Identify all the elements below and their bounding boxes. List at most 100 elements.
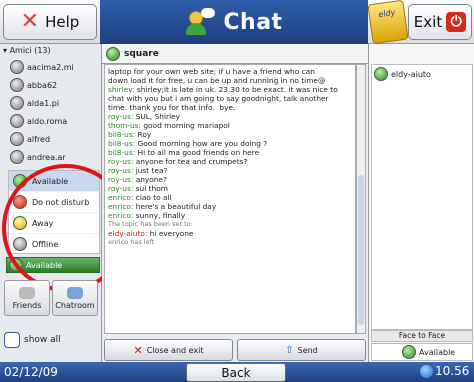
message-author: eldy-aiuto:	[108, 229, 148, 238]
status-gray-icon	[10, 96, 24, 110]
help-button[interactable]: ✕ Help	[3, 4, 97, 40]
send-icon: ⇧	[285, 344, 294, 356]
send-label: Send	[297, 345, 318, 355]
message-text: chat with you but i am going to say good…	[108, 94, 329, 103]
message-author: thom-us:	[108, 121, 141, 130]
message-text: laptop for your own web site; if u have …	[108, 67, 315, 76]
message-text: just tea?	[133, 166, 168, 175]
message-author: shirley:	[108, 85, 135, 94]
friend-name: alda1.pi	[27, 98, 60, 108]
room-users-list: eldy-aiuto	[371, 64, 473, 330]
chatroom-icon	[67, 286, 83, 299]
message-text: shirley;it is late in uk. 23.30 to be ex…	[134, 85, 338, 94]
date-display: 02/12/09	[4, 365, 58, 379]
friend-item[interactable]: aldo.roma	[0, 112, 101, 130]
chat-log[interactable]: laptop for your own web site; if u have …	[104, 64, 356, 334]
chat-scrollbar[interactable]	[356, 64, 366, 334]
send-button[interactable]: ⇧ Send	[237, 339, 366, 361]
bottom-bar: 02/12/09 Back 10.56	[0, 362, 474, 382]
room-status-icon	[106, 46, 120, 61]
room-user-name: eldy-aiuto	[391, 69, 431, 79]
message-text: down load it for free, u can be up and r…	[108, 76, 326, 85]
help-label: Help	[45, 13, 80, 31]
message-text: SUL, Shirley	[133, 112, 181, 121]
message-author: bil8-us:	[108, 148, 136, 157]
message-text: anyone?	[133, 175, 167, 184]
eldy-logo-icon: eldy	[367, 0, 409, 45]
friends-panel: ▾ Amici (13) aacima2.mi abba62 alda1.pi ald…	[0, 44, 130, 362]
chat-message: roy-us: sul thom	[108, 184, 352, 193]
back-button[interactable]: Back	[186, 363, 286, 382]
eldy-logo-text: eldy	[377, 7, 396, 20]
chat-message: enrico: sunny, finally	[108, 211, 352, 220]
chat-message: bil8-us: Hi to all ma good friends on he…	[108, 148, 352, 157]
chat-users-icon	[185, 8, 216, 36]
message-author: roy-us:	[108, 157, 134, 166]
chat-message: thom-us: good morning mariapol	[108, 121, 352, 130]
tab-friends-label: Friends	[12, 300, 42, 310]
show-all-toggle[interactable]: show all	[4, 330, 98, 350]
friend-name: aldo.roma	[27, 116, 68, 126]
friend-item[interactable]: alfred	[0, 130, 101, 148]
help-icon: ✕	[20, 9, 40, 34]
room-users-panel: eldy-aiuto Face to Face Available	[368, 44, 474, 362]
friend-item[interactable]: abba62	[0, 76, 101, 94]
chat-message: roy-us: SUL, Shirley	[108, 112, 352, 121]
friend-item[interactable]: alda1.pi	[0, 94, 101, 112]
chat-message: time. thank you for that info. bye.	[108, 103, 352, 112]
show-all-label: show all	[24, 335, 61, 345]
chat-message: roy-us: anyone?	[108, 175, 352, 184]
chat-message: roy-us: just tea?	[108, 166, 352, 175]
friend-name: alfred	[27, 134, 51, 144]
status-gray-icon	[10, 132, 24, 146]
right-status-button[interactable]: Available	[371, 343, 473, 361]
status-green-icon	[374, 67, 388, 81]
scroll-thumb[interactable]	[358, 175, 364, 325]
message-text: The topic has been set to:	[108, 220, 193, 228]
power-icon: ⏻	[446, 12, 467, 32]
message-author: enrico:	[108, 211, 134, 220]
status-green-icon	[402, 345, 416, 359]
face-to-face-label[interactable]: Face to Face	[371, 330, 473, 342]
message-text: anyone for tea and crumpets?	[133, 157, 248, 166]
back-label: Back	[221, 365, 251, 380]
chat-message: enrico: ciao to all	[108, 193, 352, 202]
chat-message: eldy-aiuto: hi everyone	[108, 229, 352, 238]
message-text: Roy	[135, 130, 152, 139]
message-text: Hi to all ma good friends on here	[135, 148, 260, 157]
message-text: hi everyone	[147, 229, 194, 238]
chat-message: shirley: shirley;it is late in uk. 23.30…	[108, 85, 352, 94]
message-author: enrico:	[108, 193, 134, 202]
friends-list: aacima2.mi abba62 alda1.pi aldo.roma alfred a…	[0, 58, 101, 166]
friend-item[interactable]: andrea.ar	[0, 148, 101, 166]
message-text: time. thank you for that info. bye.	[108, 103, 236, 112]
friend-name: abba62	[27, 80, 58, 90]
show-all-checkbox[interactable]	[4, 332, 20, 348]
chat-message: bil8-us: Good morning how are you doing …	[108, 139, 352, 148]
message-text: here's a beautiful day	[133, 202, 217, 211]
chat-message: enrico: here's a beautiful day	[108, 202, 352, 211]
exit-button[interactable]: Exit ⏻	[408, 4, 472, 40]
chat-message: chat with you but i am going to say good…	[108, 94, 352, 103]
chat-message: laptop for your own web site; if u have …	[108, 67, 352, 76]
chat-message: roy-us: anyone for tea and crumpets?	[108, 157, 352, 166]
close-exit-button[interactable]: ✕ Close and exit	[104, 339, 233, 361]
exit-label: Exit	[413, 13, 443, 31]
tab-friends[interactable]: Friends	[4, 280, 50, 316]
clock: 10.56	[420, 364, 469, 378]
system-message: enrico has left	[108, 238, 352, 247]
status-gray-icon	[10, 150, 24, 164]
room-user-item[interactable]: eldy-aiuto	[372, 65, 472, 83]
page-title: Chat	[223, 9, 283, 35]
message-author: enrico:	[108, 202, 134, 211]
friends-icon	[19, 286, 35, 299]
status-gray-icon	[10, 78, 24, 92]
globe-icon	[420, 364, 433, 378]
room-tab[interactable]: square	[102, 44, 368, 64]
friends-group-header[interactable]: ▾ Amici (13)	[0, 44, 101, 58]
tab-chatroom[interactable]: Chatroom	[52, 280, 98, 316]
chat-panel: square laptop for your own web site; if …	[102, 44, 368, 362]
friend-item[interactable]: aacima2.mi	[0, 58, 101, 76]
message-text: enrico has left	[108, 238, 155, 246]
tab-chatroom-label: Chatroom	[55, 300, 95, 310]
